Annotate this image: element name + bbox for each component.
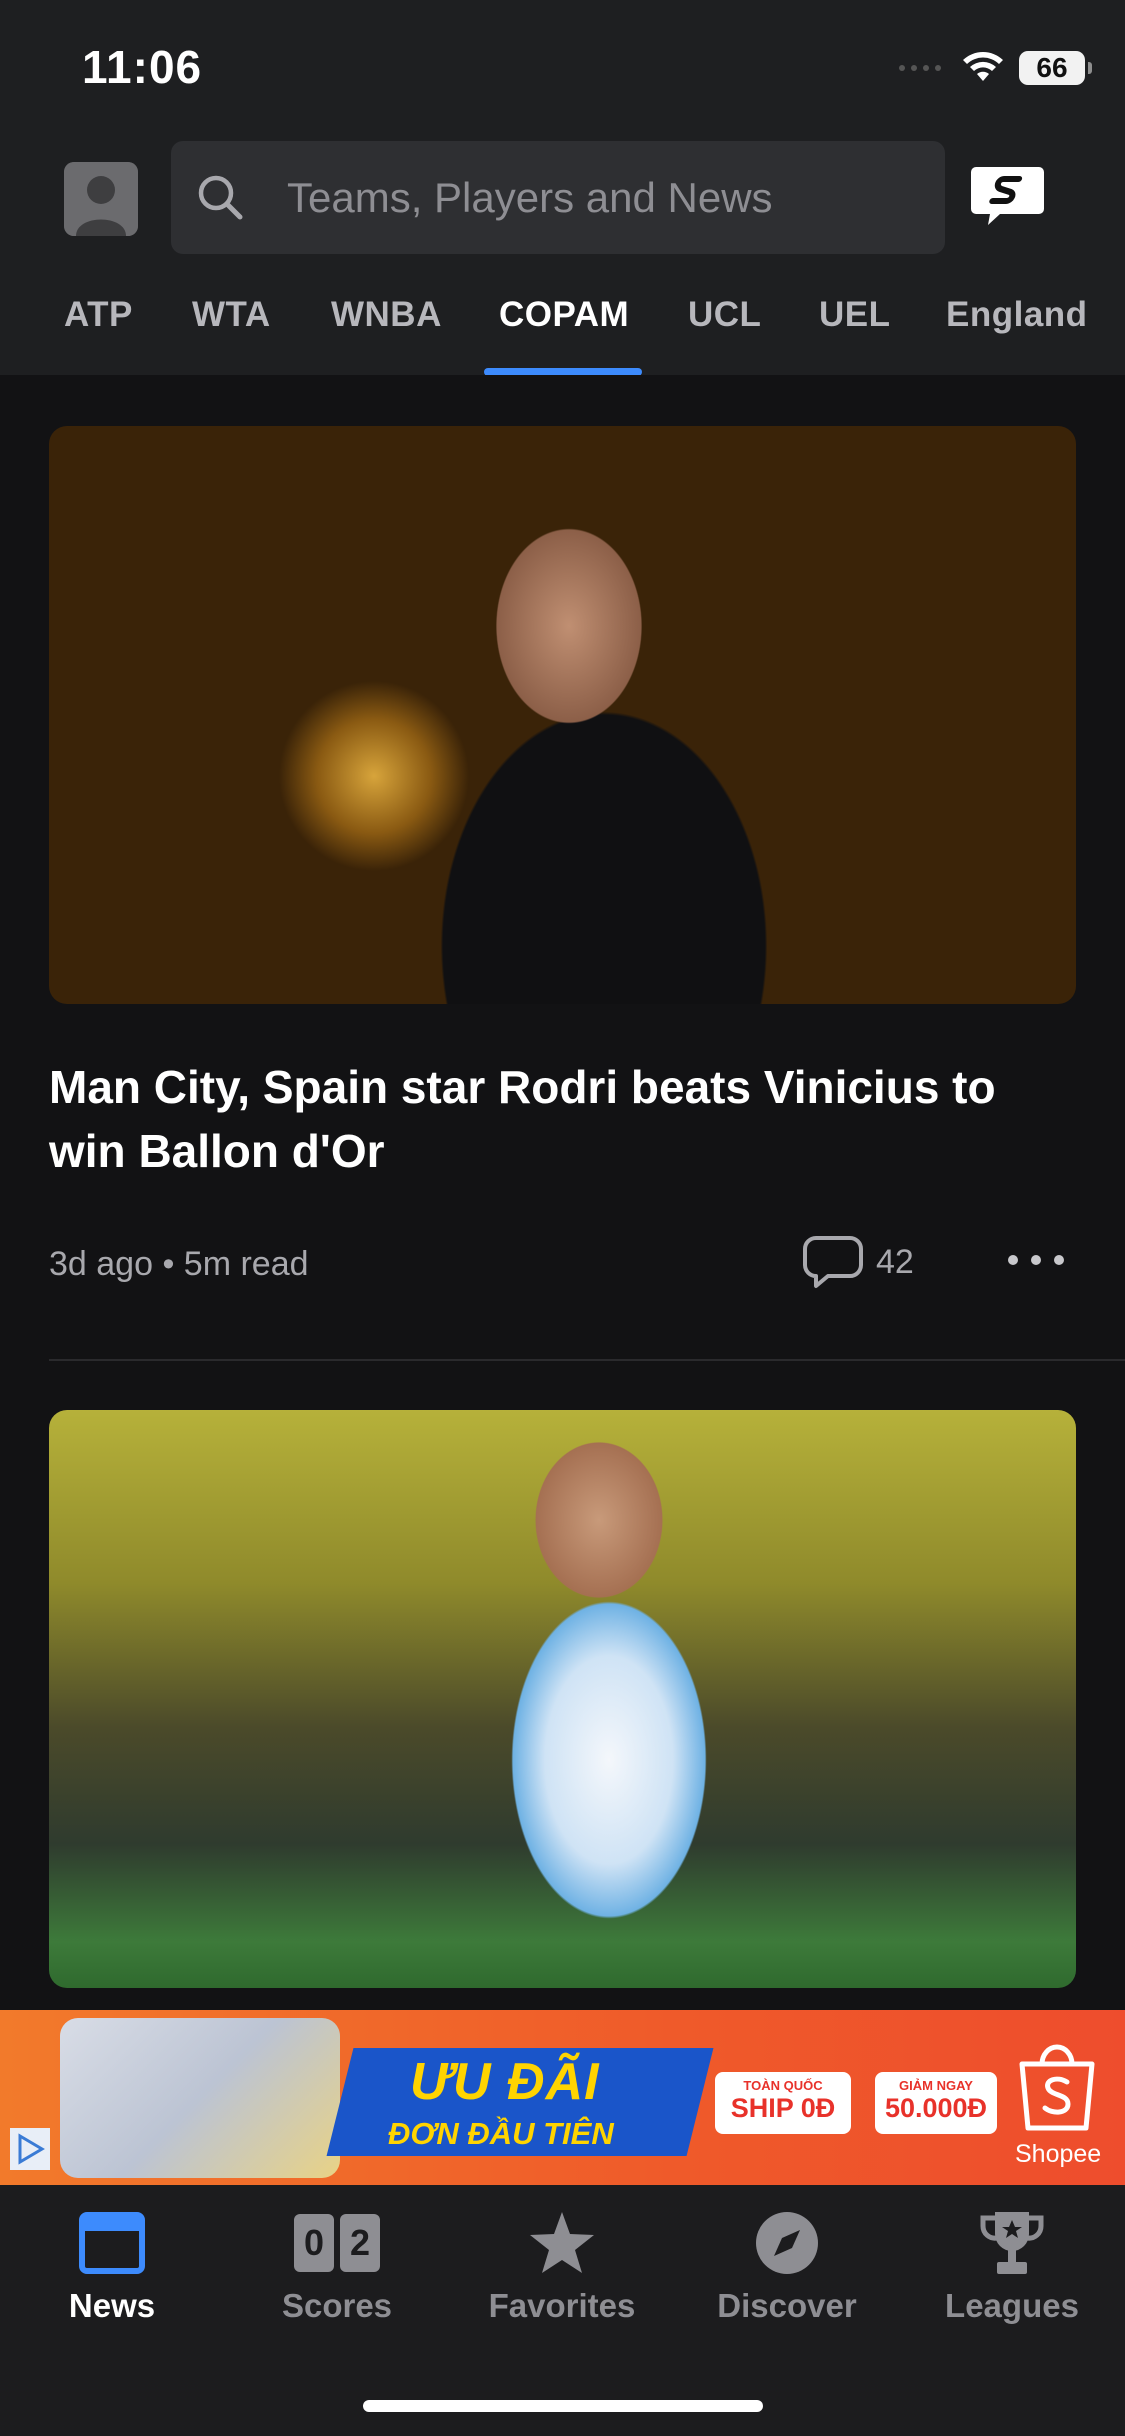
article-headline[interactable]: Man City, Spain star Rodri beats Viniciu… [49, 1055, 1079, 1183]
search-input[interactable]: Teams, Players and News [171, 141, 945, 254]
compass-icon [756, 2212, 818, 2274]
comments-button[interactable]: 42 [802, 1235, 914, 1289]
ad-offer-label: TOÀN QUỐC [743, 2078, 823, 2093]
status-bar: 11:06 66 [0, 0, 1125, 135]
status-icons: 66 [899, 48, 1092, 88]
bottom-tab-bar: News 0 2 Scores Favorites Discover Leagu… [0, 2185, 1125, 2436]
news-icon [79, 2212, 145, 2274]
score-digit: 2 [340, 2214, 380, 2272]
adchoices-icon[interactable] [10, 2128, 50, 2170]
ad-offer-value: SHIP 0Đ [730, 2093, 836, 2123]
tab-favorites[interactable]: Favorites [472, 2205, 652, 2325]
home-indicator[interactable] [363, 2400, 763, 2412]
wifi-icon [963, 52, 1003, 81]
ad-subtitle: ĐƠN ĐẦU TIÊN [388, 2116, 614, 2151]
star-icon [530, 2212, 594, 2273]
shopping-bag-icon [1019, 2044, 1095, 2131]
ad-offer-shipping: TOÀN QUỐC SHIP 0Đ [715, 2072, 851, 2134]
tab-label: Scores [281, 2287, 393, 2324]
comment-icon [803, 1236, 863, 1288]
ad-brand: Shopee [1015, 2140, 1102, 2168]
ad-banner[interactable]: ƯU ĐÃI ĐƠN ĐẦU TIÊN TOÀN QUỐC SHIP 0Đ GI… [0, 2010, 1125, 2185]
tab-label: Discover [717, 2287, 857, 2324]
more-options-button[interactable] [1008, 1245, 1064, 1275]
profile-avatar[interactable] [64, 162, 138, 236]
tab-wnba[interactable]: WNBA [331, 295, 442, 335]
search-icon [198, 175, 243, 219]
tab-label: Favorites [488, 2287, 636, 2324]
news-feed[interactable]: Man City, Spain star Rodri beats Viniciu… [0, 375, 1125, 2010]
cellular-signal-icon [899, 65, 941, 71]
scores-icon: 0 2 [294, 2214, 380, 2272]
trophy-icon [980, 2212, 1044, 2274]
person-icon [64, 162, 138, 236]
divider [49, 1359, 1125, 1361]
article-image[interactable] [49, 426, 1076, 1004]
tab-discover[interactable]: Discover [697, 2205, 877, 2325]
article-meta: 3d ago • 5m read [49, 1245, 309, 1283]
tab-news[interactable]: News [22, 2205, 202, 2325]
battery-icon: 66 [1019, 51, 1092, 85]
app-header: Teams, Players and News ATP WTA WNBA COP… [0, 135, 1125, 376]
tab-scores[interactable]: 0 2 Scores [247, 2205, 427, 2325]
article-image[interactable] [49, 1410, 1076, 1988]
ad-product-image [60, 2018, 340, 2178]
tab-leagues[interactable]: Leagues [922, 2205, 1102, 2325]
tab-uel[interactable]: UEL [819, 295, 891, 335]
app-logo-button[interactable] [970, 165, 1045, 227]
search-placeholder: Teams, Players and News [287, 173, 773, 221]
tab-label: News [68, 2287, 156, 2324]
comment-count: 42 [876, 1242, 914, 1281]
tab-ucl[interactable]: UCL [688, 295, 761, 335]
tab-copam[interactable]: COPAM [499, 295, 629, 335]
ad-offer-label: GIẢM NGAY [899, 2078, 973, 2093]
tab-atp[interactable]: ATP [64, 295, 133, 335]
ad-offer-discount: GIẢM NGAY 50.000Đ [875, 2072, 997, 2134]
league-tabs: ATP WTA WNBA COPAM UCL UEL England [0, 285, 1125, 376]
tab-label: Leagues [945, 2287, 1079, 2324]
score-digit: 0 [294, 2214, 334, 2272]
ad-offer-value: 50.000Đ [884, 2093, 988, 2123]
tab-england[interactable]: England [946, 295, 1088, 335]
ad-title: ƯU ĐÃI [410, 2053, 600, 2111]
tab-wta[interactable]: WTA [192, 295, 271, 335]
status-time: 11:06 [82, 41, 203, 93]
